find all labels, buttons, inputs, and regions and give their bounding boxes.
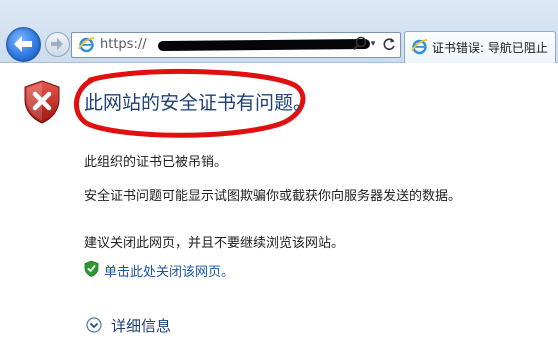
browser-toolbar: https:// ▾ 证书错误: 导航已阻止 [0,0,558,63]
url-text[interactable]: https:// [100,37,147,52]
more-info-label[interactable]: 详细信息 [111,315,171,336]
refresh-icon[interactable] [381,35,397,53]
error-shield-icon [24,80,60,124]
recommendation-message: 建议关闭此网页，并且不要继续浏览该网站。 [84,236,345,251]
tab-ie-logo-icon [411,39,428,55]
green-shield-check-icon [84,260,99,277]
search-icon[interactable] [352,35,368,53]
ie-logo-icon [78,37,95,53]
tab-title: 证书错误: 导航已阻止 [432,41,548,55]
close-page-link-text[interactable]: 单击此处关闭该网页。 [104,261,234,280]
error-page: 此网站的安全证书有问题。 此组织的证书已被吊销。 安全证书问题可能显示试图欺骗你… [0,63,558,356]
back-arrow-icon [14,36,32,52]
address-bar[interactable]: https:// ▾ [71,32,401,58]
back-button[interactable] [6,27,41,62]
forward-button[interactable] [45,32,70,57]
page-title: 此网站的安全证书有问题。 [84,92,313,114]
revoked-message: 此组织的证书已被吊销。 [84,155,228,170]
address-dropdown-icon[interactable]: ▾ [368,35,378,53]
risk-message: 安全证书问题可能显示试图欺骗你或截获你向服务器发送的数据。 [84,189,462,204]
tab-certificate-error[interactable]: 证书错误: 导航已阻止 [404,31,556,63]
chevron-down-circle-icon[interactable] [86,317,102,333]
url-redaction-mark [157,38,371,52]
forward-arrow-icon [51,38,63,50]
